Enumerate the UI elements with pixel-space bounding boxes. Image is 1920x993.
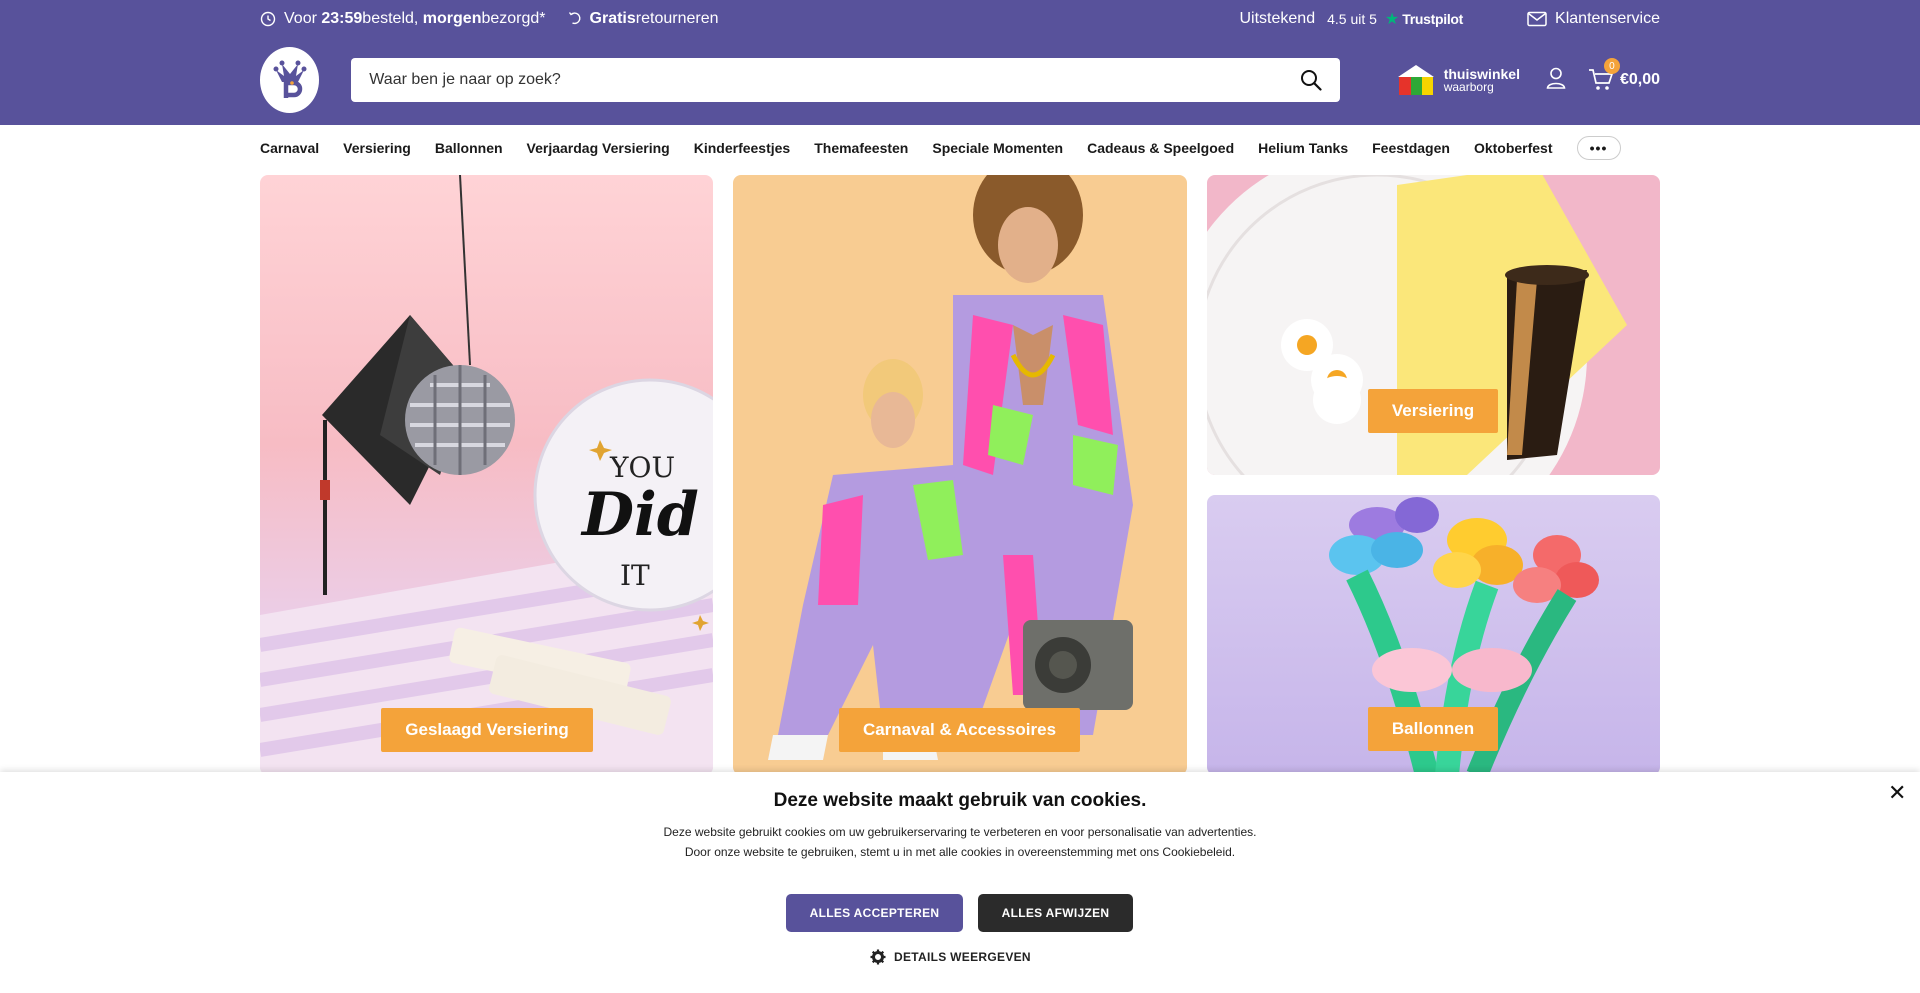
cookie-body: Deze website gebruikt cookies om uw gebr… bbox=[663, 825, 1257, 859]
thuiswinkel-subtitle: waarborg bbox=[1443, 79, 1494, 94]
decoration-cta-button[interactable]: Versiering bbox=[1368, 389, 1498, 433]
graduation-cta-button[interactable]: Geslaagd Versiering bbox=[381, 708, 593, 752]
returns-text: retourneren bbox=[635, 10, 719, 27]
show-details-label: DETAILS WEERGEVEN bbox=[894, 950, 1031, 964]
clock-icon bbox=[260, 11, 276, 27]
delivery-text: Voor bbox=[284, 10, 317, 27]
thuiswinkel-title: thuiswinkel bbox=[1443, 65, 1520, 82]
header: Voor 23:59 besteld, morgen bezorgd* Grat… bbox=[0, 0, 1920, 125]
customer-service-label: Klantenservice bbox=[1555, 10, 1660, 27]
show-details-button[interactable]: DETAILS WEERGEVEN bbox=[870, 949, 1031, 965]
cookie-title: Deze website maakt gebruik van cookies. bbox=[773, 790, 1147, 811]
delivery-text-post: bezorgd* bbox=[481, 10, 546, 27]
delivery-time: 23:59 bbox=[321, 10, 363, 27]
cart-total: €0,00 bbox=[1619, 71, 1660, 88]
cart-count-badge: 0 bbox=[1603, 58, 1620, 74]
search-input[interactable]: Waar ben je naar op zoek? bbox=[369, 71, 561, 89]
search-bar[interactable]: Waar ben je naar op zoek? bbox=[351, 58, 1340, 102]
tile-graduation[interactable]: YOU Did IT Geslaagd Versiering bbox=[260, 175, 713, 775]
nav-item-feestdagen[interactable]: Feestdagen bbox=[1372, 140, 1450, 156]
trustpilot-star-icon: ★ bbox=[1384, 11, 1400, 28]
nav-item-versiering[interactable]: Versiering bbox=[343, 140, 411, 156]
balloon-text-it: IT bbox=[620, 559, 650, 592]
close-icon[interactable]: ✕ bbox=[1888, 780, 1906, 806]
thuiswinkel-badge[interactable]: thuiswinkel waarborg bbox=[1396, 63, 1520, 97]
account-button[interactable] bbox=[1546, 67, 1566, 94]
nav-item-verjaardag-versiering[interactable]: Verjaardag Versiering bbox=[527, 140, 670, 156]
main-navigation: Carnaval Versiering Ballonnen Verjaardag… bbox=[260, 134, 1660, 162]
trustpilot-brand: Trustpilot bbox=[1402, 11, 1464, 27]
graduation-scene-image: YOU Did IT bbox=[260, 175, 713, 775]
cart-button[interactable]: 0 €0,00 bbox=[1588, 58, 1660, 92]
site-logo[interactable] bbox=[260, 47, 320, 113]
nav-item-themafeesten[interactable]: Themafeesten bbox=[814, 140, 908, 156]
tile-decoration[interactable]: Versiering bbox=[1207, 175, 1660, 475]
accept-all-button[interactable]: ALLES ACCEPTEREN bbox=[786, 894, 963, 932]
mail-icon bbox=[1527, 11, 1547, 27]
carnival-cta-button[interactable]: Carnaval & Accessoires bbox=[839, 708, 1080, 752]
delivery-text-mid: besteld, bbox=[362, 10, 419, 27]
return-icon bbox=[568, 12, 580, 25]
nav-item-oktoberfest[interactable]: Oktoberfest bbox=[1474, 140, 1553, 156]
trustpilot-rating-word: Uitstekend bbox=[1239, 10, 1316, 27]
header-main: Waar ben je naar op zoek? thuiswinkel wa… bbox=[260, 47, 1660, 113]
trustpilot-widget[interactable]: Uitstekend 4.5 uit 5 ★ Trustpilot bbox=[1240, 9, 1464, 29]
nav-item-cadeaus-speelgoed[interactable]: Cadeaus & Speelgoed bbox=[1087, 140, 1234, 156]
nav-item-kinderfeestjes[interactable]: Kinderfeestjes bbox=[694, 140, 790, 156]
nav-item-speciale-momenten[interactable]: Speciale Momenten bbox=[932, 140, 1063, 156]
tile-balloons[interactable]: Ballonnen bbox=[1207, 495, 1660, 775]
user-icon bbox=[1546, 67, 1566, 89]
search-icon[interactable] bbox=[1300, 69, 1322, 91]
nav-item-helium-tanks[interactable]: Helium Tanks bbox=[1258, 140, 1348, 156]
jester-logo-icon bbox=[273, 60, 307, 98]
nav-item-ballonnen[interactable]: Ballonnen bbox=[435, 140, 503, 156]
customer-service-link[interactable]: Klantenservice bbox=[1527, 10, 1660, 28]
returns-usp: Gratis retourneren bbox=[568, 10, 719, 28]
nav-item-carnaval[interactable]: Carnaval bbox=[260, 140, 319, 156]
gear-icon bbox=[870, 949, 886, 965]
returns-bold: Gratis bbox=[589, 10, 636, 27]
delivery-day: morgen bbox=[422, 10, 482, 27]
balloon-text-did: Did bbox=[580, 480, 699, 550]
balloons-cta-button[interactable]: Ballonnen bbox=[1368, 707, 1498, 751]
usp-bar: Voor 23:59 besteld, morgen bezorgd* Grat… bbox=[260, 0, 1660, 38]
nav-more-button[interactable]: ••• bbox=[1576, 136, 1621, 160]
tile-carnival[interactable]: Carnaval & Accessoires bbox=[733, 175, 1187, 775]
delivery-usp: Voor 23:59 besteld, morgen bezorgd* bbox=[260, 10, 546, 28]
trustpilot-score: 4.5 uit 5 bbox=[1327, 11, 1377, 27]
carnival-tracksuit-image bbox=[768, 175, 1133, 760]
usp-right: Uitstekend 4.5 uit 5 ★ Trustpilot Klante… bbox=[1240, 9, 1661, 29]
reject-all-button[interactable]: ALLES AFWIJZEN bbox=[978, 894, 1133, 932]
cookie-banner: ✕ Deze website maakt gebruik van cookies… bbox=[0, 772, 1920, 993]
thuiswinkel-house-icon bbox=[1397, 65, 1434, 95]
